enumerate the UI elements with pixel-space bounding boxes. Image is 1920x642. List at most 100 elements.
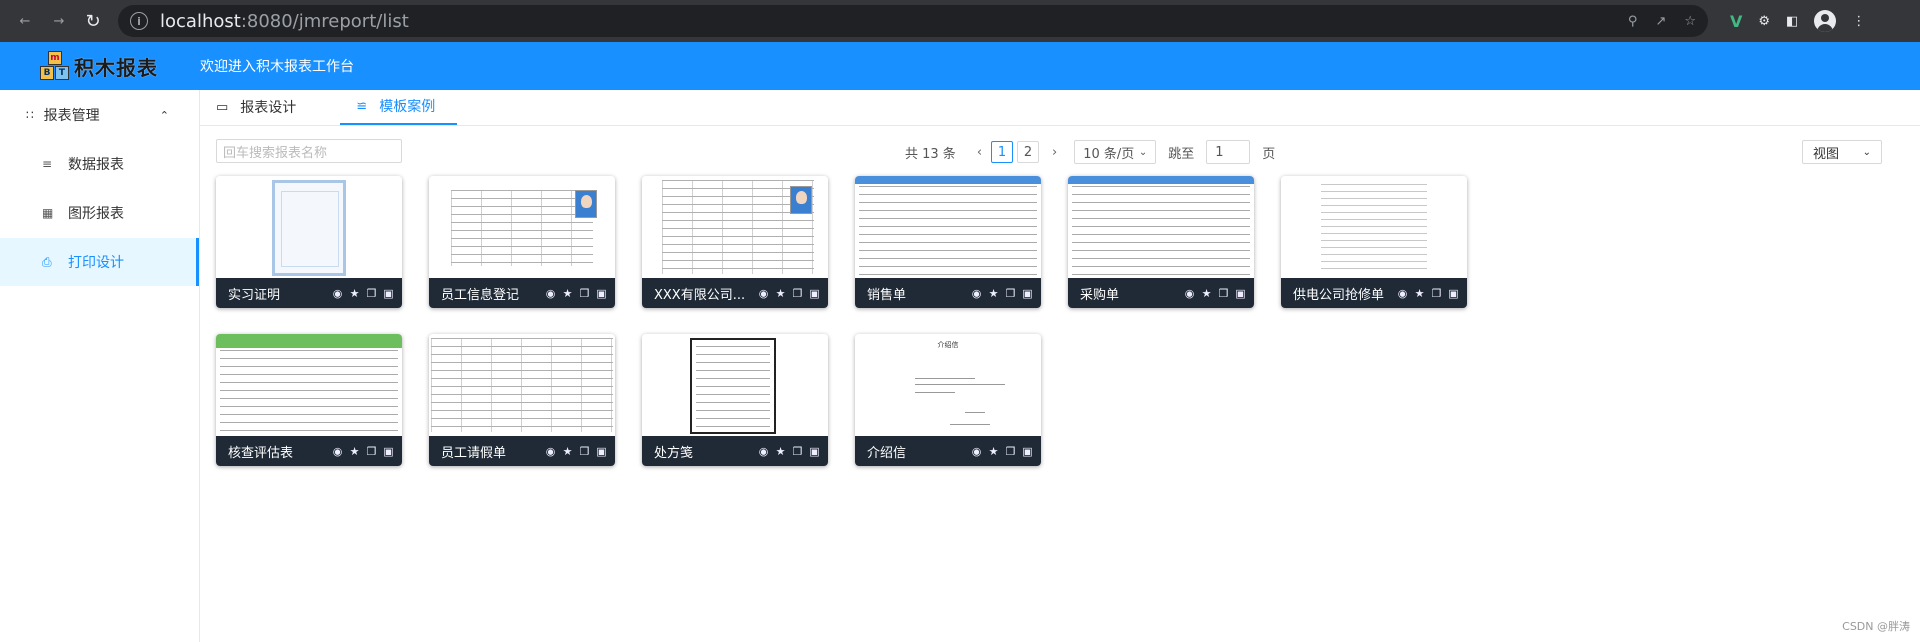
image-icon[interactable]: ▣	[1448, 287, 1459, 300]
favorite-star-icon[interactable]: ★	[775, 287, 786, 300]
preview-eye-icon[interactable]: ◉	[1397, 287, 1408, 300]
template-card[interactable]: 员工信息登记 ◉ ★ ❐ ▣	[429, 176, 615, 308]
copy-icon[interactable]: ❐	[1005, 287, 1016, 300]
image-icon[interactable]: ▣	[809, 287, 820, 300]
favorite-star-icon[interactable]: ★	[1414, 287, 1425, 300]
preview-eye-icon[interactable]: ◉	[971, 445, 982, 458]
card-thumbnail[interactable]	[855, 176, 1041, 278]
reload-icon[interactable]: ↻	[78, 6, 108, 36]
copy-icon[interactable]: ❐	[1431, 287, 1442, 300]
preview-eye-icon[interactable]: ◉	[332, 445, 343, 458]
image-icon[interactable]: ▣	[596, 287, 607, 300]
image-icon[interactable]: ▣	[1235, 287, 1246, 300]
favorite-star-icon[interactable]: ★	[775, 445, 786, 458]
side-panel-icon[interactable]: ◧	[1786, 14, 1798, 29]
url-text: localhost:8080/jmreport/list	[160, 10, 409, 32]
favorite-star-icon[interactable]: ★	[1201, 287, 1212, 300]
image-icon[interactable]: ▣	[1022, 445, 1033, 458]
welcome-text: 欢迎进入积木报表工作台	[200, 59, 354, 75]
template-card[interactable]: XXX有限公司... ◉ ★ ❐ ▣	[642, 176, 828, 308]
template-card[interactable]: 介绍信 介绍信 ◉ ★ ❐ ▣	[855, 334, 1041, 466]
preview-eye-icon[interactable]: ◉	[758, 287, 769, 300]
zoom-icon[interactable]: ⚲	[1628, 14, 1638, 29]
template-card[interactable]: 销售单 ◉ ★ ❐ ▣	[855, 176, 1041, 308]
card-thumbnail[interactable]	[642, 334, 828, 436]
card-thumbnail[interactable]	[216, 334, 402, 436]
preview-eye-icon[interactable]: ◉	[1184, 287, 1195, 300]
copy-icon[interactable]: ❐	[366, 287, 377, 300]
favorite-star-icon[interactable]: ★	[988, 445, 999, 458]
profile-avatar[interactable]	[1814, 10, 1837, 32]
menu-kebab-icon[interactable]: ⋮	[1852, 14, 1865, 29]
forward-icon[interactable]: →	[44, 6, 74, 36]
image-icon[interactable]: ▣	[1022, 287, 1033, 300]
preview-eye-icon[interactable]: ◉	[545, 287, 556, 300]
template-card[interactable]: 供电公司抢修单 ◉ ★ ❐ ▣	[1281, 176, 1467, 308]
tab-label: 模板案例	[379, 99, 436, 115]
sliders-icon: ≌	[356, 98, 368, 114]
tab-report-design[interactable]: ▭ 报表设计	[216, 89, 310, 125]
page-size-select[interactable]: 10 条/页 ⌄	[1074, 140, 1157, 164]
copy-icon[interactable]: ❐	[579, 287, 590, 300]
preview-eye-icon[interactable]: ◉	[332, 287, 343, 300]
page-1-button[interactable]: 1	[991, 141, 1014, 163]
card-thumbnail[interactable]	[1281, 176, 1467, 278]
card-thumbnail[interactable]	[429, 334, 615, 436]
card-thumbnail[interactable]	[216, 176, 402, 278]
main-content: ▭ 报表设计 ≌ 模板案例 回车搜索报表名称 共 13 条 ‹ 1 2 › 10…	[200, 90, 1920, 642]
back-icon[interactable]: ←	[10, 6, 40, 36]
template-card[interactable]: 处方笺 ◉ ★ ❐ ▣	[642, 334, 828, 466]
copy-icon[interactable]: ❐	[792, 287, 803, 300]
browser-toolbar: ← → ↻ i localhost:8080/jmreport/list ⚲ ↗…	[0, 0, 1920, 42]
favorite-star-icon[interactable]: ★	[349, 287, 360, 300]
image-icon[interactable]: ▣	[383, 287, 394, 300]
card-title: 处方笺	[654, 445, 694, 461]
share-icon[interactable]: ↗	[1655, 14, 1666, 29]
card-thumbnail[interactable]	[1068, 176, 1254, 278]
card-thumbnail[interactable]	[429, 176, 615, 278]
sidebar-item-chart-report[interactable]: ▦ 图形报表	[0, 189, 199, 237]
page-2-button[interactable]: 2	[1017, 141, 1040, 163]
favorite-star-icon[interactable]: ★	[349, 445, 360, 458]
favorite-star-icon[interactable]: ★	[562, 445, 573, 458]
card-title: 实习证明	[228, 287, 281, 303]
view-select[interactable]: 视图 ⌄	[1802, 140, 1882, 164]
prev-page-icon[interactable]: ‹	[977, 145, 982, 160]
copy-icon[interactable]: ❐	[579, 445, 590, 458]
bookmark-star-icon[interactable]: ☆	[1684, 14, 1696, 29]
card-thumbnail[interactable]: 介绍信	[855, 334, 1041, 436]
search-input[interactable]: 回车搜索报表名称	[216, 139, 402, 163]
template-card[interactable]: 采购单 ◉ ★ ❐ ▣	[1068, 176, 1254, 308]
copy-icon[interactable]: ❐	[366, 445, 377, 458]
site-info-icon[interactable]: i	[130, 12, 148, 30]
jump-page-input[interactable]: 1	[1206, 140, 1251, 164]
copy-icon[interactable]: ❐	[1005, 445, 1016, 458]
preview-eye-icon[interactable]: ◉	[971, 287, 982, 300]
next-page-icon[interactable]: ›	[1052, 145, 1057, 160]
list-toolbar: 回车搜索报表名称 共 13 条 ‹ 1 2 › 10 条/页 ⌄ 跳至 1 页 …	[200, 126, 1920, 170]
sidebar-item-print-design[interactable]: ⎙ 打印设计	[0, 238, 199, 286]
view-label: 视图	[1813, 146, 1840, 162]
card-thumbnail[interactable]	[642, 176, 828, 278]
template-card[interactable]: 实习证明 ◉ ★ ❐ ▣	[216, 176, 402, 308]
favorite-star-icon[interactable]: ★	[988, 287, 999, 300]
preview-eye-icon[interactable]: ◉	[545, 445, 556, 458]
image-icon[interactable]: ▣	[383, 445, 394, 458]
monitor-icon: ▭	[216, 99, 229, 115]
copy-icon[interactable]: ❐	[1218, 287, 1229, 300]
extensions-icon[interactable]: ⚙	[1758, 14, 1770, 29]
tab-template-cases[interactable]: ≌ 模板案例	[340, 89, 458, 125]
address-bar[interactable]: i localhost:8080/jmreport/list ⚲ ↗ ☆	[118, 5, 1708, 37]
favorite-star-icon[interactable]: ★	[562, 287, 573, 300]
total-count: 共 13 条	[905, 146, 956, 162]
image-icon[interactable]: ▣	[596, 445, 607, 458]
sidebar-item-data-report[interactable]: ≡ 数据报表	[0, 140, 199, 188]
letter-thumbnail-title: 介绍信	[937, 341, 959, 349]
preview-eye-icon[interactable]: ◉	[758, 445, 769, 458]
vue-devtools-icon[interactable]: V	[1730, 12, 1742, 31]
template-card[interactable]: 核查评估表 ◉ ★ ❐ ▣	[216, 334, 402, 466]
template-card[interactable]: 员工请假单 ◉ ★ ❐ ▣	[429, 334, 615, 466]
menu-group-report-management[interactable]: ∷ 报表管理 ⌃	[0, 90, 199, 140]
copy-icon[interactable]: ❐	[792, 445, 803, 458]
image-icon[interactable]: ▣	[809, 445, 820, 458]
